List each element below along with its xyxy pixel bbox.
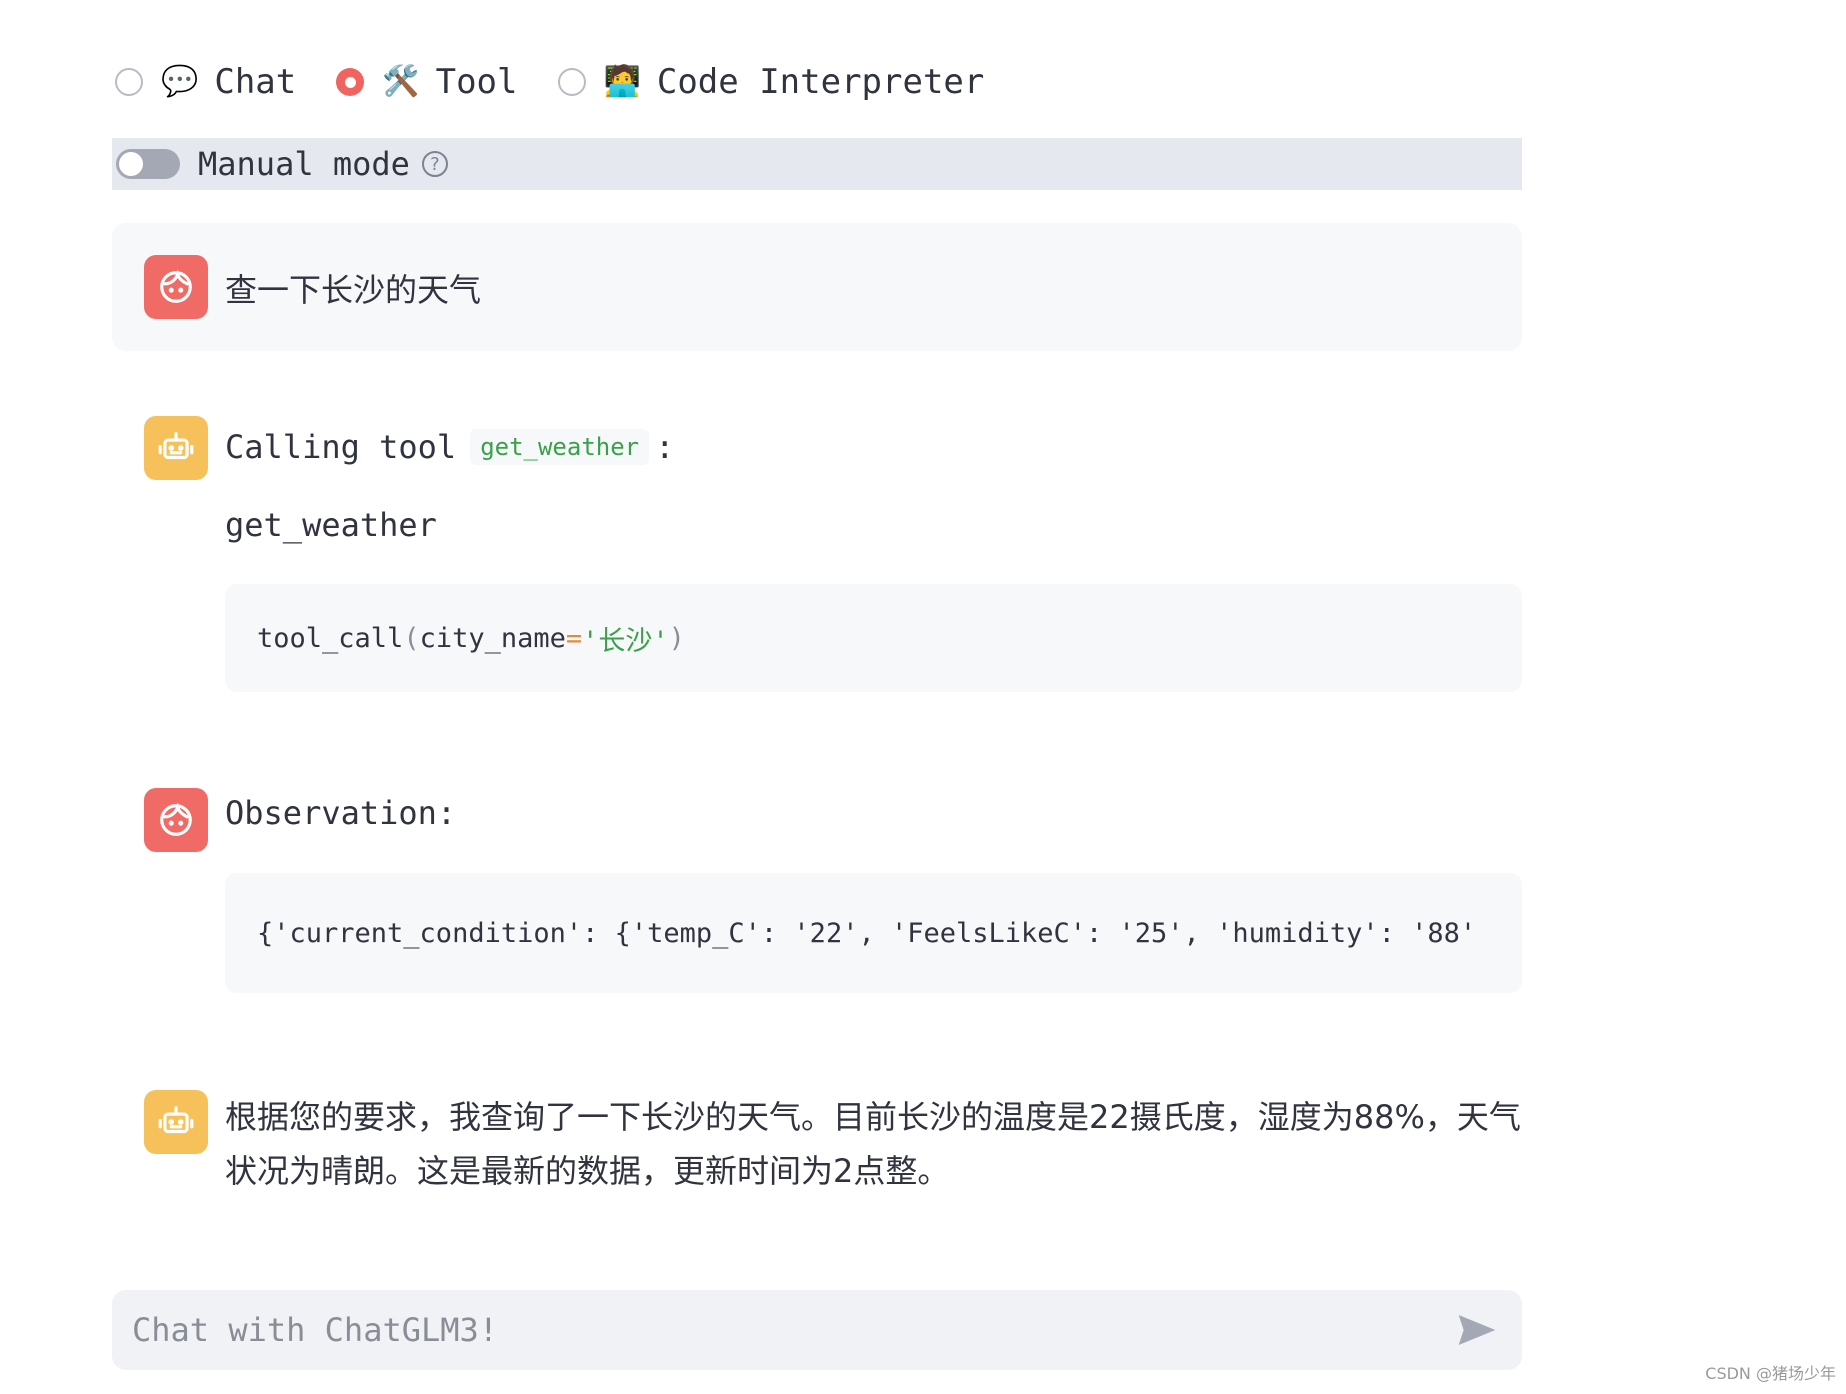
observation-message: Observation: {'current_condition': {'tem… <box>112 788 1522 998</box>
mode-code-interpreter-radio[interactable] <box>557 68 586 96</box>
code-eq: = <box>565 622 583 654</box>
technologist-icon: 🧑‍💻 <box>603 64 641 99</box>
chat-input[interactable] <box>130 1310 1452 1350</box>
tools-icon: 🛠️ <box>382 64 420 99</box>
tool-function-name: get_weather <box>225 506 437 544</box>
mode-tool-option[interactable]: 🛠️ Tool <box>336 62 518 102</box>
help-icon[interactable]: ? <box>421 151 448 177</box>
mode-tool-radio[interactable] <box>336 68 365 96</box>
manual-mode-label: Manual mode <box>198 145 410 183</box>
robot-icon <box>158 432 194 460</box>
code-value: '长沙' <box>582 625 669 657</box>
mode-code-interpreter-label: Code Interpreter <box>656 62 985 102</box>
mode-radio-group: 💬 Chat 🛠️ Tool 🧑‍💻 Code Interpreter <box>115 52 1024 112</box>
tool-call-prefix: Calling tool <box>225 428 457 466</box>
user-face-icon <box>160 802 192 836</box>
code-paren-open: ( <box>403 622 420 654</box>
send-icon <box>1458 1315 1496 1345</box>
mode-chat-option[interactable]: 💬 Chat <box>115 62 296 102</box>
tool-call-code-block: tool_call(city_name = '长沙') <box>225 584 1522 692</box>
user-avatar <box>144 255 208 319</box>
speech-bubble-icon: 💬 <box>161 64 199 99</box>
code-paren-close: ) <box>668 622 685 654</box>
manual-mode-row: Manual mode ? <box>112 138 1522 190</box>
chat-input-bar <box>112 1290 1522 1370</box>
assistant-answer-text: 根据您的要求，我查询了一下长沙的天气。目前长沙的温度是22摄氏度，湿度为88%，… <box>225 1098 1521 1190</box>
code-arg: city_name <box>419 622 566 654</box>
observation-label: Observation: <box>225 794 457 832</box>
tool-call-header: Calling tool get_weather : <box>225 422 1522 472</box>
mode-chat-label: Chat <box>214 62 297 102</box>
mode-chat-radio[interactable] <box>115 68 143 96</box>
assistant-avatar <box>144 416 208 480</box>
observation-avatar <box>144 788 208 852</box>
manual-mode-toggle[interactable] <box>116 149 180 179</box>
tool-call-suffix: : <box>655 428 675 466</box>
assistant-answer-message: 根据您的要求，我查询了一下长沙的天气。目前长沙的温度是22摄氏度，湿度为88%，… <box>112 1090 1522 1220</box>
user-message-text: 查一下长沙的天气 <box>225 271 482 309</box>
user-face-icon <box>160 269 192 303</box>
assistant-avatar <box>144 1090 208 1154</box>
send-button[interactable] <box>1452 1310 1502 1350</box>
mode-code-interpreter-option[interactable]: 🧑‍💻 Code Interpreter <box>557 62 985 102</box>
observation-code-block: {'current_condition': {'temp_C': '22', '… <box>225 873 1522 993</box>
tool-name-inline-code: get_weather <box>470 429 650 465</box>
mode-tool-label: Tool <box>435 62 518 102</box>
toggle-knob <box>119 152 143 176</box>
user-message: 查一下长沙的天气 <box>112 223 1522 351</box>
code-fn: tool_call <box>257 622 404 654</box>
watermark: CSDN @猪场少年 <box>1705 1364 1836 1383</box>
robot-icon <box>158 1106 194 1134</box>
assistant-tool-call-message: Calling tool get_weather : get_weather t… <box>112 416 1522 696</box>
